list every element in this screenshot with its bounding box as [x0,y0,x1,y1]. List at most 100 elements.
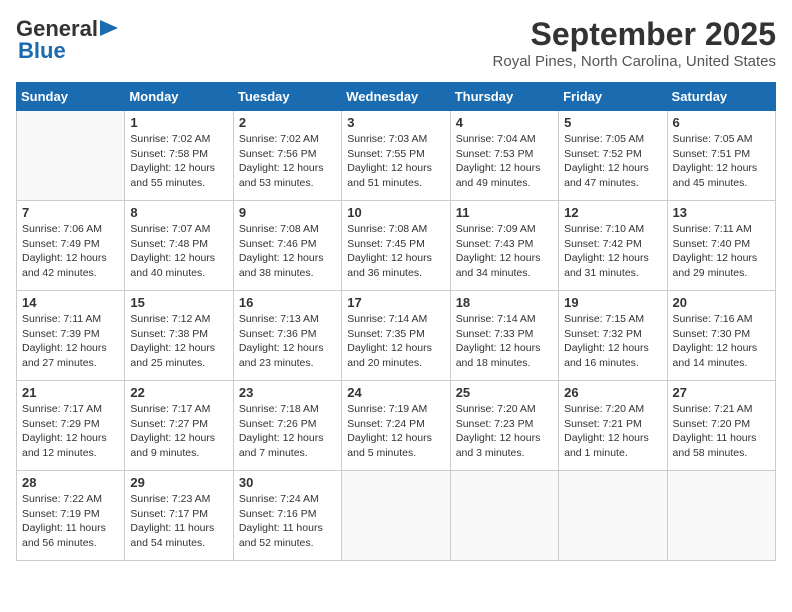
cell-info: Sunrise: 7:17 AMSunset: 7:29 PMDaylight:… [22,402,119,461]
cell-info: Sunrise: 7:02 AMSunset: 7:56 PMDaylight:… [239,132,336,191]
calendar-cell: 1 Sunrise: 7:02 AMSunset: 7:58 PMDaylight… [125,111,233,201]
calendar-cell [559,471,667,561]
cell-info: Sunrise: 7:23 AMSunset: 7:17 PMDaylight:… [130,492,227,551]
calendar-header-row: SundayMondayTuesdayWednesdayThursdayFrid… [17,83,776,111]
day-number: 28 [22,475,119,490]
logo-blue: Blue [18,38,66,64]
cell-info: Sunrise: 7:03 AMSunset: 7:55 PMDaylight:… [347,132,444,191]
calendar-week-row-3: 14 Sunrise: 7:11 AMSunset: 7:39 PMDayligh… [17,291,776,381]
calendar-cell: 13Sunrise: 7:11 AMSunset: 7:40 PMDayligh… [667,201,775,291]
cell-info: Sunrise: 7:14 AMSunset: 7:35 PMDaylight:… [347,312,444,371]
calendar-cell: 14 Sunrise: 7:11 AMSunset: 7:39 PMDayligh… [17,291,125,381]
calendar-cell: 2 Sunrise: 7:02 AMSunset: 7:56 PMDaylight… [233,111,341,201]
calendar-cell: 20 Sunrise: 7:16 AMSunset: 7:30 PMDayligh… [667,291,775,381]
calendar-week-row-4: 21Sunrise: 7:17 AMSunset: 7:29 PMDayligh… [17,381,776,471]
day-number: 3 [347,115,444,130]
calendar-cell: 3 Sunrise: 7:03 AMSunset: 7:55 PMDaylight… [342,111,450,201]
calendar-cell: 15Sunrise: 7:12 AMSunset: 7:38 PMDayligh… [125,291,233,381]
day-number: 23 [239,385,336,400]
day-number: 14 [22,295,119,310]
day-number: 17 [347,295,444,310]
day-number: 19 [564,295,661,310]
calendar-cell: 24 Sunrise: 7:19 AMSunset: 7:24 PMDayligh… [342,381,450,471]
day-number: 1 [130,115,227,130]
cell-info: Sunrise: 7:20 AMSunset: 7:21 PMDaylight:… [564,402,661,461]
day-number: 12 [564,205,661,220]
cell-info: Sunrise: 7:05 AMSunset: 7:52 PMDaylight:… [564,132,661,191]
location: Royal Pines, North Carolina, United Stat… [493,53,776,70]
cell-info: Sunrise: 7:04 AMSunset: 7:53 PMDaylight:… [456,132,553,191]
cell-info: Sunrise: 7:17 AMSunset: 7:27 PMDaylight:… [130,402,227,461]
cell-info: Sunrise: 7:05 AMSunset: 7:51 PMDaylight:… [673,132,770,191]
cell-info: Sunrise: 7:19 AMSunset: 7:24 PMDaylight:… [347,402,444,461]
calendar-cell: 25 Sunrise: 7:20 AMSunset: 7:23 PMDayligh… [450,381,558,471]
day-number: 18 [456,295,553,310]
day-number: 7 [22,205,119,220]
calendar-header-sunday: Sunday [17,83,125,111]
calendar-cell: 12 Sunrise: 7:10 AMSunset: 7:42 PMDayligh… [559,201,667,291]
day-number: 25 [456,385,553,400]
cell-info: Sunrise: 7:06 AMSunset: 7:49 PMDaylight:… [22,222,119,281]
calendar-cell: 29Sunrise: 7:23 AMSunset: 7:17 PMDayligh… [125,471,233,561]
cell-info: Sunrise: 7:12 AMSunset: 7:38 PMDaylight:… [130,312,227,371]
calendar-cell: 21Sunrise: 7:17 AMSunset: 7:29 PMDayligh… [17,381,125,471]
calendar-cell: 19 Sunrise: 7:15 AMSunset: 7:32 PMDayligh… [559,291,667,381]
calendar-header-thursday: Thursday [450,83,558,111]
calendar-cell: 4 Sunrise: 7:04 AMSunset: 7:53 PMDaylight… [450,111,558,201]
day-number: 13 [673,205,770,220]
day-number: 11 [456,205,553,220]
cell-info: Sunrise: 7:21 AMSunset: 7:20 PMDaylight:… [673,402,770,461]
calendar-cell: 23 Sunrise: 7:18 AMSunset: 7:26 PMDayligh… [233,381,341,471]
cell-info: Sunrise: 7:08 AMSunset: 7:45 PMDaylight:… [347,222,444,281]
cell-info: Sunrise: 7:22 AMSunset: 7:19 PMDaylight:… [22,492,119,551]
cell-info: Sunrise: 7:20 AMSunset: 7:23 PMDaylight:… [456,402,553,461]
calendar-cell: 30Sunrise: 7:24 AMSunset: 7:16 PMDayligh… [233,471,341,561]
cell-info: Sunrise: 7:10 AMSunset: 7:42 PMDaylight:… [564,222,661,281]
calendar-cell: 10 Sunrise: 7:08 AMSunset: 7:45 PMDayligh… [342,201,450,291]
day-number: 4 [456,115,553,130]
calendar-cell: 9Sunrise: 7:08 AMSunset: 7:46 PMDaylight… [233,201,341,291]
cell-info: Sunrise: 7:14 AMSunset: 7:33 PMDaylight:… [456,312,553,371]
day-number: 20 [673,295,770,310]
day-number: 2 [239,115,336,130]
calendar-header-friday: Friday [559,83,667,111]
day-number: 5 [564,115,661,130]
calendar-week-row-1: 1 Sunrise: 7:02 AMSunset: 7:58 PMDaylight… [17,111,776,201]
calendar-table: SundayMondayTuesdayWednesdayThursdayFrid… [16,82,776,561]
page-header: General Blue September 2025 Royal Pines,… [16,16,776,70]
calendar-cell [342,471,450,561]
calendar-cell: 11 Sunrise: 7:09 AMSunset: 7:43 PMDayligh… [450,201,558,291]
day-number: 27 [673,385,770,400]
calendar-header-saturday: Saturday [667,83,775,111]
month-title: September 2025 [493,16,776,53]
cell-info: Sunrise: 7:18 AMSunset: 7:26 PMDaylight:… [239,402,336,461]
cell-info: Sunrise: 7:24 AMSunset: 7:16 PMDaylight:… [239,492,336,551]
calendar-header-tuesday: Tuesday [233,83,341,111]
cell-info: Sunrise: 7:15 AMSunset: 7:32 PMDaylight:… [564,312,661,371]
day-number: 24 [347,385,444,400]
day-number: 22 [130,385,227,400]
calendar-week-row-5: 28 Sunrise: 7:22 AMSunset: 7:19 PMDayligh… [17,471,776,561]
day-number: 16 [239,295,336,310]
cell-info: Sunrise: 7:13 AMSunset: 7:36 PMDaylight:… [239,312,336,371]
day-number: 26 [564,385,661,400]
logo-arrow-icon [100,20,118,36]
calendar-cell: 16 Sunrise: 7:13 AMSunset: 7:36 PMDayligh… [233,291,341,381]
cell-info: Sunrise: 7:02 AMSunset: 7:58 PMDaylight:… [130,132,227,191]
cell-info: Sunrise: 7:08 AMSunset: 7:46 PMDaylight:… [239,222,336,281]
calendar-cell: 5 Sunrise: 7:05 AMSunset: 7:52 PMDaylight… [559,111,667,201]
calendar-cell: 17 Sunrise: 7:14 AMSunset: 7:35 PMDayligh… [342,291,450,381]
cell-info: Sunrise: 7:11 AMSunset: 7:39 PMDaylight:… [22,312,119,371]
calendar-cell: 27 Sunrise: 7:21 AMSunset: 7:20 PMDayligh… [667,381,775,471]
calendar-cell: 8Sunrise: 7:07 AMSunset: 7:48 PMDaylight… [125,201,233,291]
calendar-header-monday: Monday [125,83,233,111]
calendar-cell: 26 Sunrise: 7:20 AMSunset: 7:21 PMDayligh… [559,381,667,471]
calendar-cell: 6Sunrise: 7:05 AMSunset: 7:51 PMDaylight… [667,111,775,201]
day-number: 10 [347,205,444,220]
cell-info: Sunrise: 7:16 AMSunset: 7:30 PMDaylight:… [673,312,770,371]
calendar-cell [17,111,125,201]
cell-info: Sunrise: 7:09 AMSunset: 7:43 PMDaylight:… [456,222,553,281]
cell-info: Sunrise: 7:07 AMSunset: 7:48 PMDaylight:… [130,222,227,281]
calendar-cell: 7 Sunrise: 7:06 AMSunset: 7:49 PMDaylight… [17,201,125,291]
calendar-cell: 18 Sunrise: 7:14 AMSunset: 7:33 PMDayligh… [450,291,558,381]
